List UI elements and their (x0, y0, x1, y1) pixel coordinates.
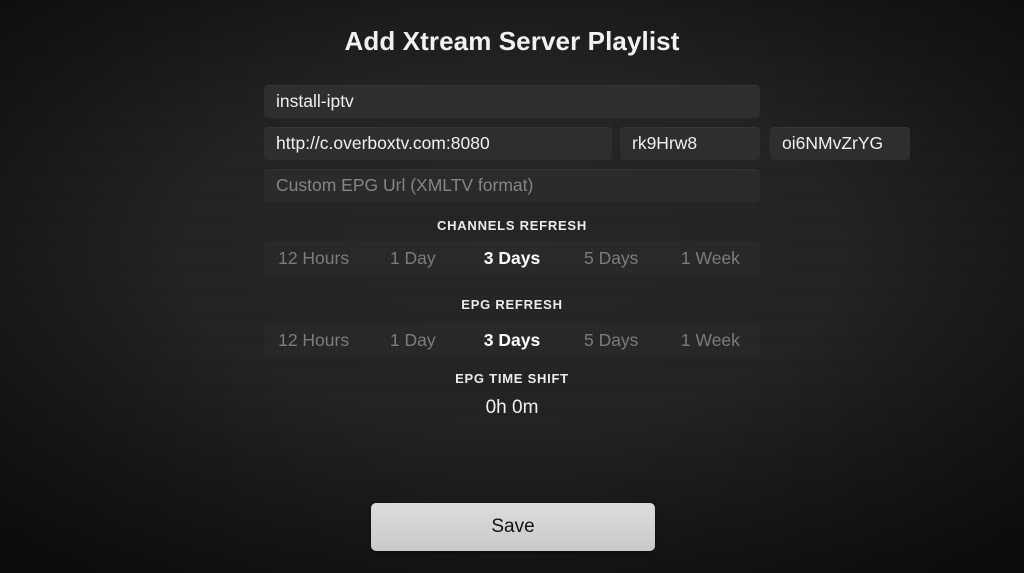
add-xtream-server-playlist-screen: Add Xtream Server Playlist install-iptv … (0, 0, 1024, 573)
epg-refresh-segmented-control-option-1[interactable]: 1 Day (363, 323, 462, 357)
page-title: Add Xtream Server Playlist (344, 26, 680, 56)
channels-refresh-section-label: CHANNELS REFRESH (437, 218, 587, 233)
username-input[interactable]: rk9Hrw8 (620, 127, 760, 160)
channels-refresh-segmented-control-option-1[interactable]: 1 Day (363, 241, 462, 275)
server-url-input[interactable]: http://c.overboxtv.com:8080 (264, 127, 612, 160)
channels-refresh-segmented-control-option-2[interactable]: 3 Days (462, 241, 561, 275)
epg-refresh-segmented-control-option-2[interactable]: 3 Days (462, 323, 561, 357)
epg-refresh-segmented-control-option-3[interactable]: 5 Days (562, 323, 661, 357)
channels-refresh-segmented-control-option-4[interactable]: 1 Week (661, 241, 760, 275)
channels-refresh-segmented-control-option-3[interactable]: 5 Days (562, 241, 661, 275)
custom-epg-url-input[interactable]: Custom EPG Url (XMLTV format) (264, 169, 760, 202)
save-button[interactable]: Save (371, 503, 655, 551)
epg-refresh-segmented-control-option-4[interactable]: 1 Week (661, 323, 760, 357)
password-input[interactable]: oi6NMvZrYG (770, 127, 910, 160)
channels-refresh-segmented-control[interactable]: 12 Hours 1 Day 3 Days 5 Days 1 Week (264, 241, 760, 275)
epg-time-shift-section-label: EPG TIME SHIFT (455, 371, 569, 386)
epg-refresh-section-label: EPG REFRESH (461, 297, 563, 312)
playlist-name-input[interactable]: install-iptv (264, 85, 760, 118)
epg-refresh-segmented-control-option-0[interactable]: 12 Hours (264, 323, 363, 357)
channels-refresh-segmented-control-option-0[interactable]: 12 Hours (264, 241, 363, 275)
epg-time-shift-value[interactable]: 0h 0m (264, 397, 760, 419)
epg-refresh-segmented-control[interactable]: 12 Hours 1 Day 3 Days 5 Days 1 Week (264, 323, 760, 357)
